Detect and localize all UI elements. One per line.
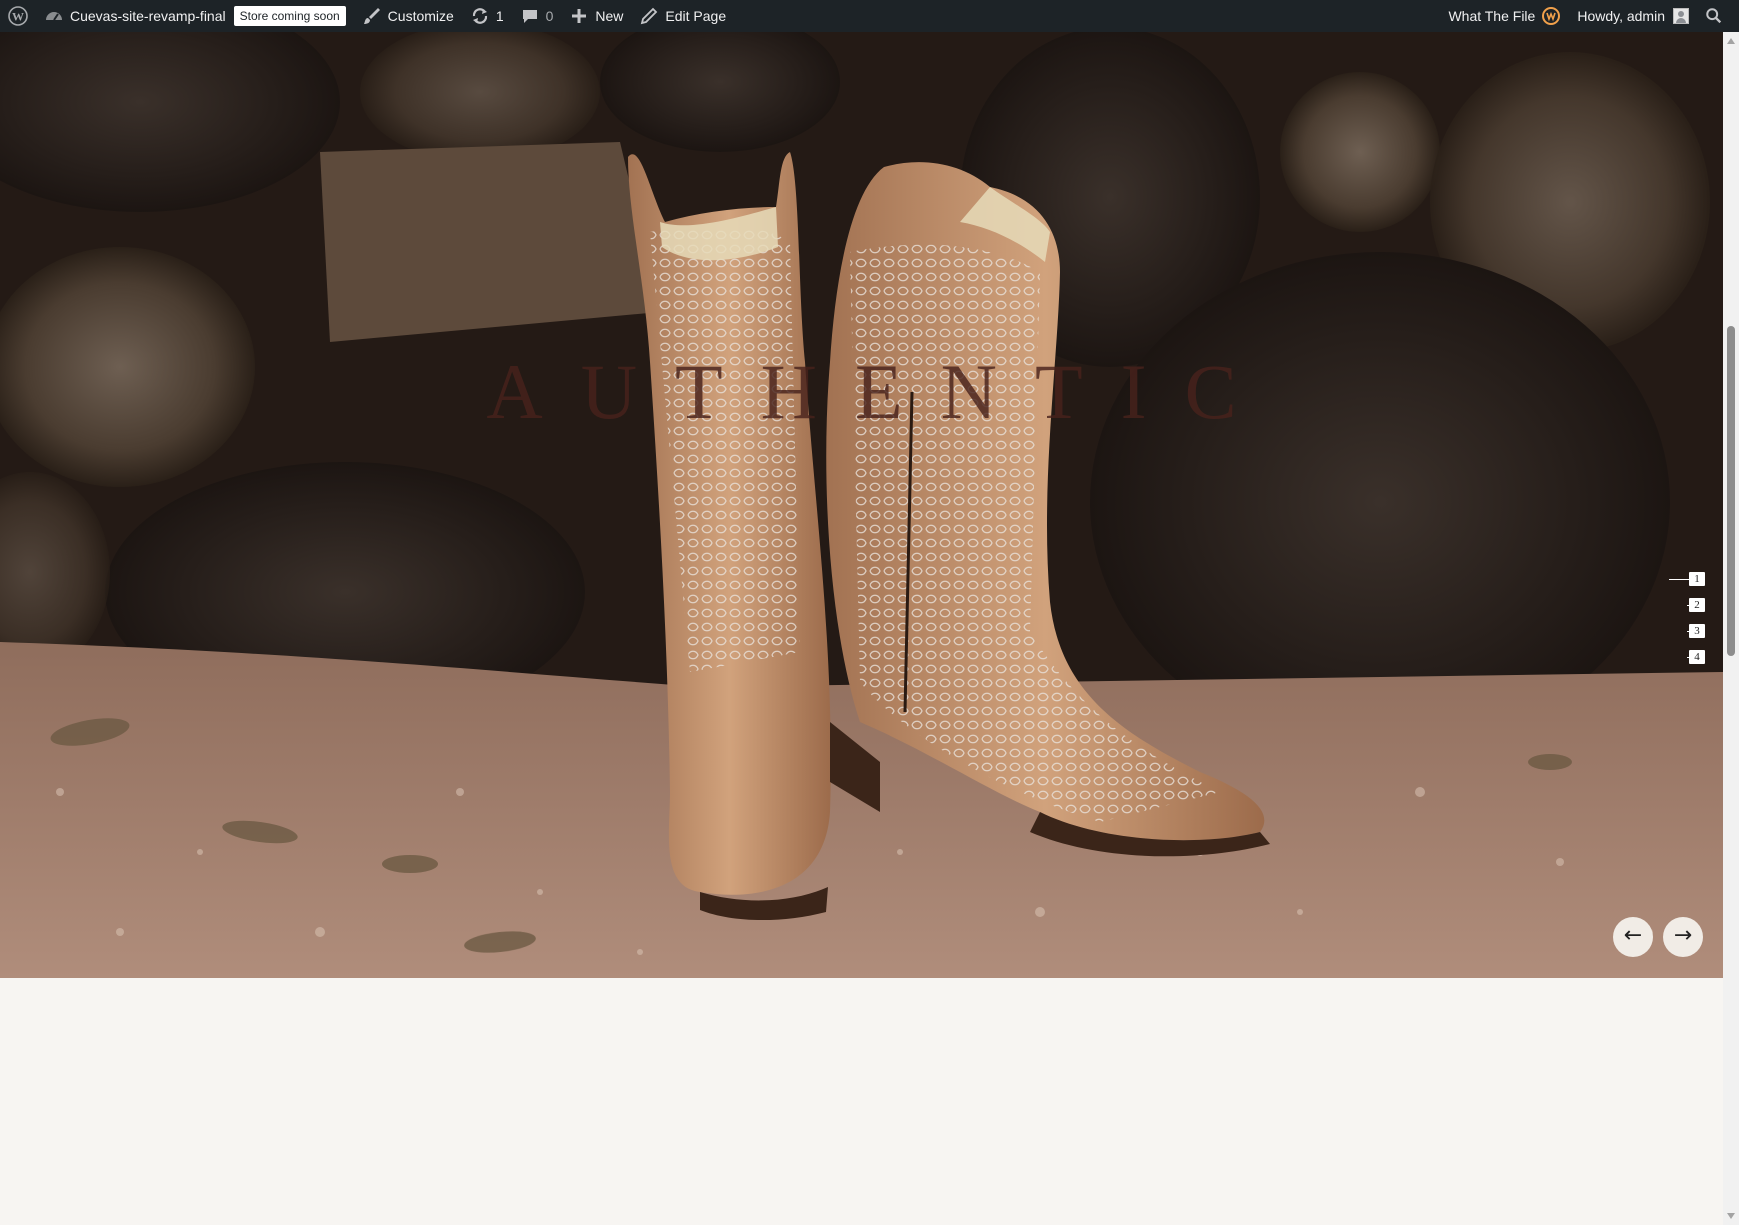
hero-slider: AUTHENTIC 1 2 3 4 [0, 32, 1723, 978]
slide-dot-3[interactable]: 3 [1645, 618, 1705, 644]
site-name: Cuevas-site-revamp-final [70, 8, 226, 24]
wordpress-icon: W [8, 6, 28, 26]
pencil-icon [641, 7, 658, 25]
what-the-file-icon [1542, 7, 1561, 25]
page-content-area [0, 978, 1723, 1225]
prev-slide-button[interactable]: ← [1613, 917, 1653, 957]
scroll-thumb[interactable] [1727, 326, 1735, 656]
slide-number: 4 [1689, 650, 1705, 664]
new-content-link[interactable]: New [561, 0, 631, 32]
slide-number: 3 [1689, 624, 1705, 638]
hero-background-image [0, 32, 1723, 978]
admin-bar: W Cuevas-site-revamp-final Store coming … [0, 0, 1739, 32]
active-indicator-line [1669, 578, 1691, 580]
wordpress-logo-button[interactable]: W [0, 0, 36, 32]
my-account-link[interactable]: Howdy, admin [1569, 0, 1697, 32]
what-the-file-label: What The File [1448, 8, 1536, 24]
search-icon [1706, 8, 1722, 24]
slide-number: 2 [1689, 598, 1705, 612]
comment-icon [522, 10, 537, 23]
edit-page-label: Edit Page [665, 8, 727, 24]
slide-number: 1 [1689, 572, 1705, 586]
arrow-right-icon: → [1673, 923, 1693, 948]
updates-icon [472, 8, 487, 24]
scroll-up-arrow-icon[interactable] [1727, 38, 1735, 44]
paintbrush-icon [363, 8, 380, 24]
customize-label: Customize [387, 8, 454, 24]
slide-dot-4[interactable]: 4 [1645, 644, 1705, 670]
what-the-file-link[interactable]: What The File [1440, 0, 1569, 32]
next-slide-button[interactable]: → [1663, 917, 1703, 957]
updates-link[interactable]: 1 [462, 0, 512, 32]
hero-title: AUTHENTIC [486, 348, 1275, 435]
new-label: New [595, 8, 624, 24]
plus-icon [572, 9, 587, 23]
slide-pagination: 1 2 3 4 [1645, 566, 1705, 670]
search-button[interactable] [1697, 0, 1731, 32]
dashboard-icon [46, 12, 62, 21]
site-name-link[interactable]: Cuevas-site-revamp-final Store coming so… [36, 0, 354, 32]
howdy-greeting: Howdy, admin [1577, 8, 1665, 24]
comments-count: 0 [545, 8, 554, 24]
scroll-down-arrow-icon[interactable] [1727, 1213, 1735, 1219]
edit-page-link[interactable]: Edit Page [631, 0, 734, 32]
slide-dot-1[interactable]: 1 [1645, 566, 1705, 592]
arrow-left-icon: ← [1623, 923, 1643, 948]
svg-text:W: W [12, 10, 24, 24]
store-status-badge[interactable]: Store coming soon [233, 6, 346, 26]
updates-count: 1 [495, 8, 504, 24]
comments-link[interactable]: 0 [512, 0, 562, 32]
page-scrollbar[interactable] [1723, 32, 1739, 1225]
avatar [1673, 8, 1689, 24]
slide-dot-2[interactable]: 2 [1645, 592, 1705, 618]
customize-link[interactable]: Customize [354, 0, 462, 32]
